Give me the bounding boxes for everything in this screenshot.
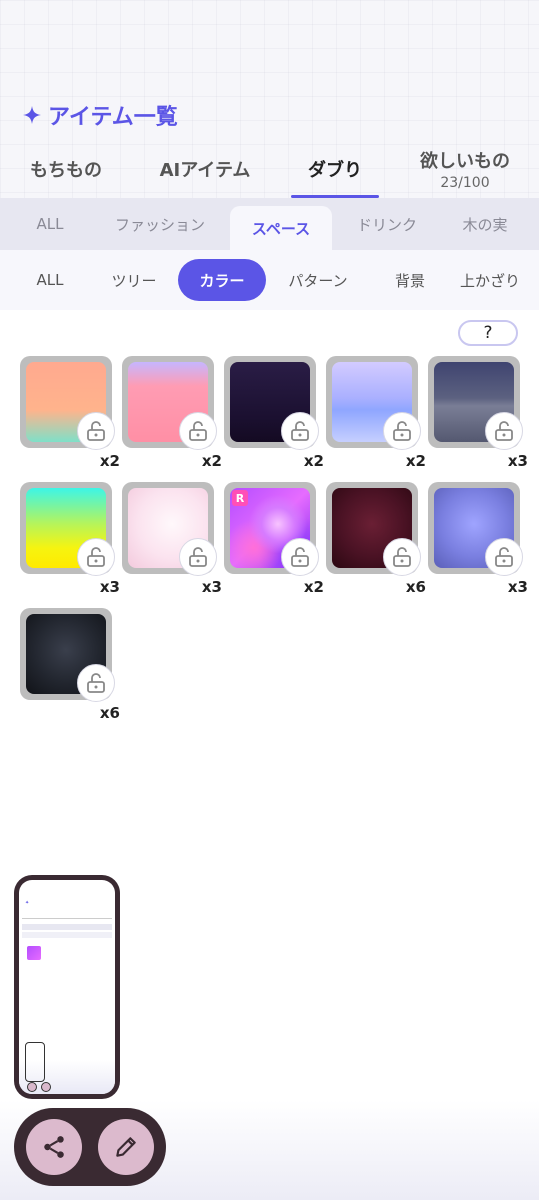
category-tab-all[interactable]: ALL	[18, 198, 82, 250]
tab-wishlist[interactable]: 欲しいもの 23/100	[403, 140, 527, 198]
item-count: x2	[201, 452, 222, 470]
unlock-icon[interactable]	[281, 538, 319, 576]
item-tile[interactable]: x3	[20, 482, 120, 596]
subcategory-tab-all[interactable]: ALL	[20, 259, 80, 301]
pencil-icon	[116, 1137, 136, 1157]
tab-ai-items[interactable]: AIアイテム	[145, 140, 265, 198]
tab-label: 欲しいもの	[420, 151, 510, 172]
preview-thumbnail[interactable]: ✦	[14, 875, 120, 1099]
page-title: アイテム一覧	[22, 98, 178, 132]
tab-mochimono[interactable]: もちもの	[14, 140, 118, 198]
wishlist-count: 23/100	[440, 175, 490, 191]
item-tile[interactable]: x6	[326, 482, 426, 596]
item-count: x2	[99, 452, 120, 470]
category-tab-space[interactable]: スペース	[230, 206, 332, 250]
item-tile[interactable]: x2	[20, 356, 120, 470]
category-tab-fashion[interactable]: ファッション	[100, 198, 220, 250]
preview-screen: ✦	[19, 880, 115, 1094]
item-tile[interactable]: x2	[122, 356, 222, 470]
item-tile[interactable]: x2	[326, 356, 426, 470]
main-tabs: もちもの AIアイテム ダブり 欲しいもの 23/100	[0, 140, 539, 198]
item-tile[interactable]: x6	[20, 608, 120, 722]
unlock-icon[interactable]	[179, 538, 217, 576]
subcategory-label: カラー	[199, 271, 245, 290]
item-count: x3	[507, 578, 528, 596]
preview-title: ✦	[25, 900, 30, 906]
subcategory-tab-top-decoration[interactable]: 上かざり	[460, 259, 539, 301]
share-icon	[44, 1136, 64, 1158]
tab-label: もちもの	[30, 160, 102, 181]
unlock-icon[interactable]	[281, 412, 319, 450]
subcategory-tab-color[interactable]: カラー	[178, 259, 266, 301]
help-button[interactable]: ?	[458, 320, 518, 346]
subcategory-label: パターン	[288, 271, 348, 290]
unlock-icon[interactable]	[179, 412, 217, 450]
tab-label: AIアイテム	[159, 160, 251, 181]
category-label: 木の実	[462, 215, 508, 234]
unlock-icon[interactable]	[77, 412, 115, 450]
unlock-icon[interactable]	[383, 538, 421, 576]
item-tile[interactable]: x3	[428, 482, 528, 596]
category-tab-drink[interactable]: ドリンク	[342, 198, 432, 250]
item-tile[interactable]: x3	[122, 482, 222, 596]
item-count: x2	[405, 452, 426, 470]
help-label: ?	[483, 323, 493, 343]
item-count: x6	[405, 578, 426, 596]
item-count: x3	[201, 578, 222, 596]
rarity-badge: R	[232, 490, 248, 506]
category-label: ALL	[36, 215, 64, 233]
item-count: x2	[303, 452, 324, 470]
item-tile[interactable]: Rx2	[224, 482, 324, 596]
unlock-icon[interactable]	[77, 664, 115, 702]
subcategory-label: 上かざり	[460, 271, 521, 290]
page-title-text: アイテム一覧	[48, 105, 178, 130]
category-label: ファッション	[114, 215, 205, 234]
preview-share-icon	[27, 1082, 37, 1092]
subcategory-label: ALL	[36, 271, 64, 289]
category-label: スペース	[251, 219, 311, 238]
category-label: ドリンク	[356, 215, 417, 234]
tab-duplicates[interactable]: ダブり	[291, 140, 379, 198]
subcategory-tab-pattern[interactable]: パターン	[276, 259, 360, 301]
preview-line	[22, 932, 112, 938]
item-count: x3	[99, 578, 120, 596]
category-tab-nuts[interactable]: 木の実	[442, 198, 528, 250]
preview-item	[27, 946, 41, 960]
subcategory-bar: ALL ツリー カラー パターン 背景 上かざり	[0, 250, 539, 310]
subcategory-label: ツリー	[111, 271, 157, 290]
unlock-icon[interactable]	[485, 538, 523, 576]
preview-line	[22, 918, 112, 919]
share-button[interactable]	[26, 1119, 82, 1175]
subcategory-tab-tree[interactable]: ツリー	[98, 259, 170, 301]
unlock-icon[interactable]	[77, 538, 115, 576]
item-tile[interactable]: x3	[428, 356, 528, 470]
unlock-icon[interactable]	[383, 412, 421, 450]
preview-phone-icon	[25, 1042, 45, 1082]
subcategory-label: 背景	[394, 271, 425, 290]
edit-button[interactable]	[98, 1119, 154, 1175]
item-count: x3	[507, 452, 528, 470]
subcategory-tab-background[interactable]: 背景	[380, 259, 440, 301]
unlock-icon[interactable]	[485, 412, 523, 450]
sparkle-icon	[23, 106, 41, 124]
preview-line	[22, 924, 112, 930]
preview-edit-icon	[41, 1082, 51, 1092]
tab-label: ダブり	[308, 160, 362, 181]
item-tile[interactable]: x2	[224, 356, 324, 470]
category-bar: ALL ファッション スペース ドリンク 木の実	[0, 198, 539, 250]
item-count: x2	[303, 578, 324, 596]
item-count: x6	[99, 704, 120, 722]
